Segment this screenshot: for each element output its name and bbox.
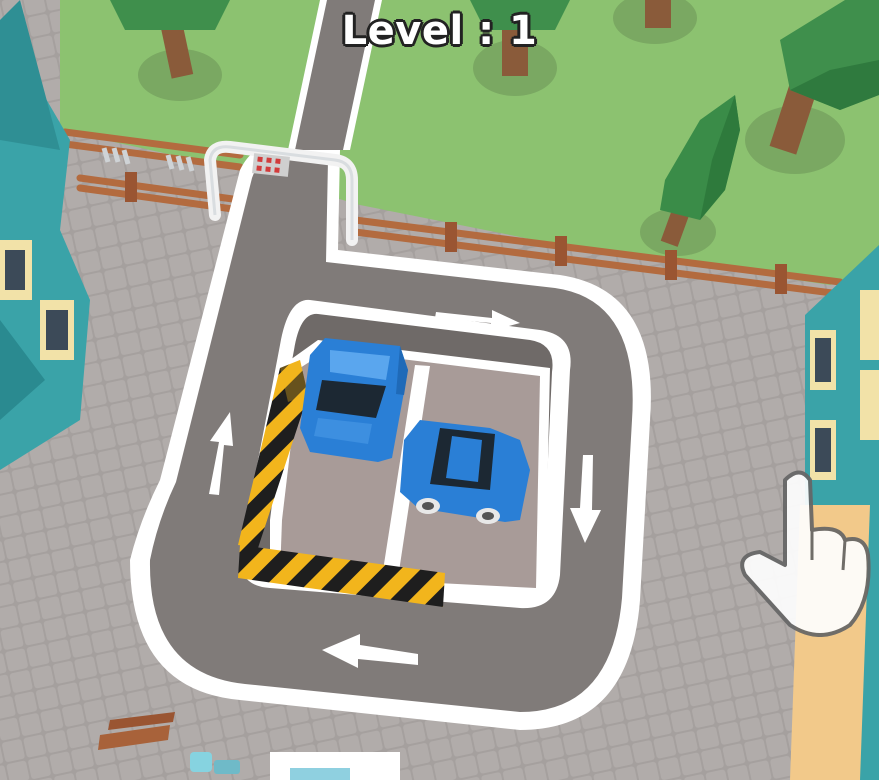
gate-sign bbox=[252, 153, 290, 177]
parked-car-blue-left[interactable] bbox=[300, 338, 408, 462]
level-indicator: Level : 1 bbox=[341, 8, 538, 54]
bottom-window bbox=[290, 768, 350, 780]
game-scene bbox=[0, 0, 879, 780]
